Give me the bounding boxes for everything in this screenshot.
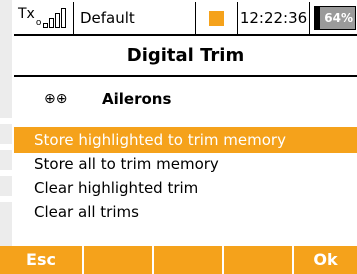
battery-percent: 64% bbox=[320, 7, 355, 29]
softkey-bar: Esc Ok bbox=[0, 246, 357, 274]
battery-indicator: 64% bbox=[310, 2, 357, 34]
clock: 12:22:36 bbox=[238, 2, 310, 34]
menu-item-clear-highlighted[interactable]: Clear highlighted trim bbox=[14, 175, 357, 201]
softkey-3[interactable] bbox=[154, 246, 224, 274]
battery-icon: 64% bbox=[314, 6, 356, 30]
title-divider bbox=[14, 75, 357, 77]
status-indicator bbox=[196, 2, 238, 34]
transmitter-screen: Tx o Default 12:22:36 64% Digital Trim ⊕… bbox=[0, 0, 357, 274]
status-square-icon bbox=[209, 10, 224, 26]
menu-item-clear-all[interactable]: Clear all trims bbox=[14, 199, 357, 225]
softkey-2[interactable] bbox=[84, 246, 154, 274]
softkey-4[interactable] bbox=[224, 246, 294, 274]
left-edge-strip bbox=[0, 0, 12, 274]
page-title: Digital Trim bbox=[126, 45, 245, 66]
channel-row: ⊕⊕ Ailerons bbox=[14, 84, 357, 114]
menu-item-store-highlighted[interactable]: Store highlighted to trim memory bbox=[14, 127, 357, 153]
tx-signal-indicator: Tx o bbox=[14, 2, 74, 34]
channel-label: Ailerons bbox=[102, 90, 172, 108]
status-bar: Tx o Default 12:22:36 64% bbox=[14, 2, 357, 36]
esc-button[interactable]: Esc bbox=[0, 246, 84, 274]
menu-item-store-all[interactable]: Store all to trim memory bbox=[14, 151, 357, 177]
model-name[interactable]: Default bbox=[74, 2, 196, 34]
tx-label: Tx bbox=[18, 6, 35, 22]
ailerons-icon: ⊕⊕ bbox=[44, 91, 68, 107]
ok-button[interactable]: Ok bbox=[294, 246, 357, 274]
signal-bars-icon: o bbox=[36, 8, 67, 28]
